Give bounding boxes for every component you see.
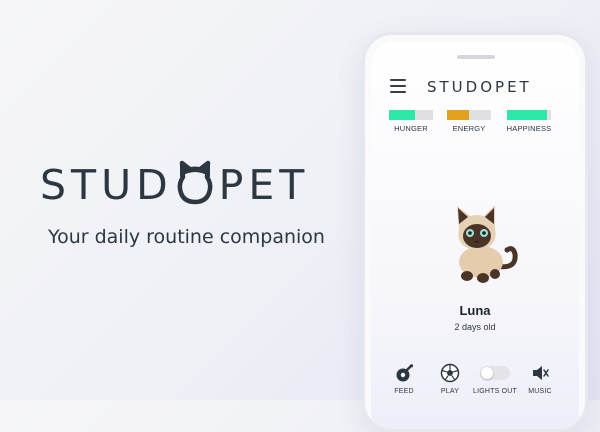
hunger-bar (389, 110, 433, 120)
phone-mockup: STUDOPET HUNGER ENERGY HAPPINESS Luna 2 … (362, 32, 588, 432)
music-label: MUSIC (528, 388, 552, 395)
energy-bar-fill (447, 110, 469, 120)
hamburger-menu-icon[interactable] (390, 79, 406, 93)
pet-name: Luna (459, 303, 491, 318)
stat-hunger: HUNGER (386, 110, 436, 133)
hunger-bar-fill (389, 110, 416, 120)
cat-head-o-icon (177, 160, 213, 205)
happiness-bar (507, 110, 551, 120)
stat-happiness: HAPPINESS (504, 110, 554, 133)
app-title: STUDOPET (427, 78, 532, 96)
app-screen: STUDOPET HUNGER ENERGY HAPPINESS Luna 2 … (371, 41, 579, 429)
happiness-bar-fill (507, 110, 547, 120)
pet-age: 2 days old (454, 322, 496, 332)
soccer-ball-icon (440, 363, 460, 383)
studopet-logo: STUD PET (40, 152, 340, 206)
phone-speaker (457, 55, 495, 59)
meat-icon (396, 364, 414, 382)
hunger-label: HUNGER (394, 124, 428, 133)
play-button[interactable]: PLAY (430, 363, 470, 396)
speaker-muted-icon (533, 366, 549, 380)
energy-label: ENERGY (452, 124, 486, 133)
cat-pet-image[interactable] (437, 196, 527, 286)
tagline: Your daily routine companion (48, 226, 325, 248)
toggle-knob (481, 367, 493, 379)
energy-bar (447, 110, 491, 120)
stat-energy: ENERGY (444, 110, 494, 133)
feed-label: FEED (394, 388, 414, 395)
logo-text-right: PET (218, 161, 310, 209)
hero-branding: STUD PET (40, 152, 340, 206)
feed-button[interactable]: FEED (384, 363, 424, 396)
happiness-label: HAPPINESS (506, 124, 552, 133)
play-label: PLAY (440, 388, 460, 395)
logo-text-left: STUD (40, 161, 173, 209)
music-button[interactable]: MUSIC (520, 363, 560, 396)
lights-out-toggle[interactable]: LIGHTS OUT (472, 363, 518, 396)
toggle-switch[interactable] (480, 366, 510, 380)
lights-out-label: LIGHTS OUT (472, 388, 517, 395)
